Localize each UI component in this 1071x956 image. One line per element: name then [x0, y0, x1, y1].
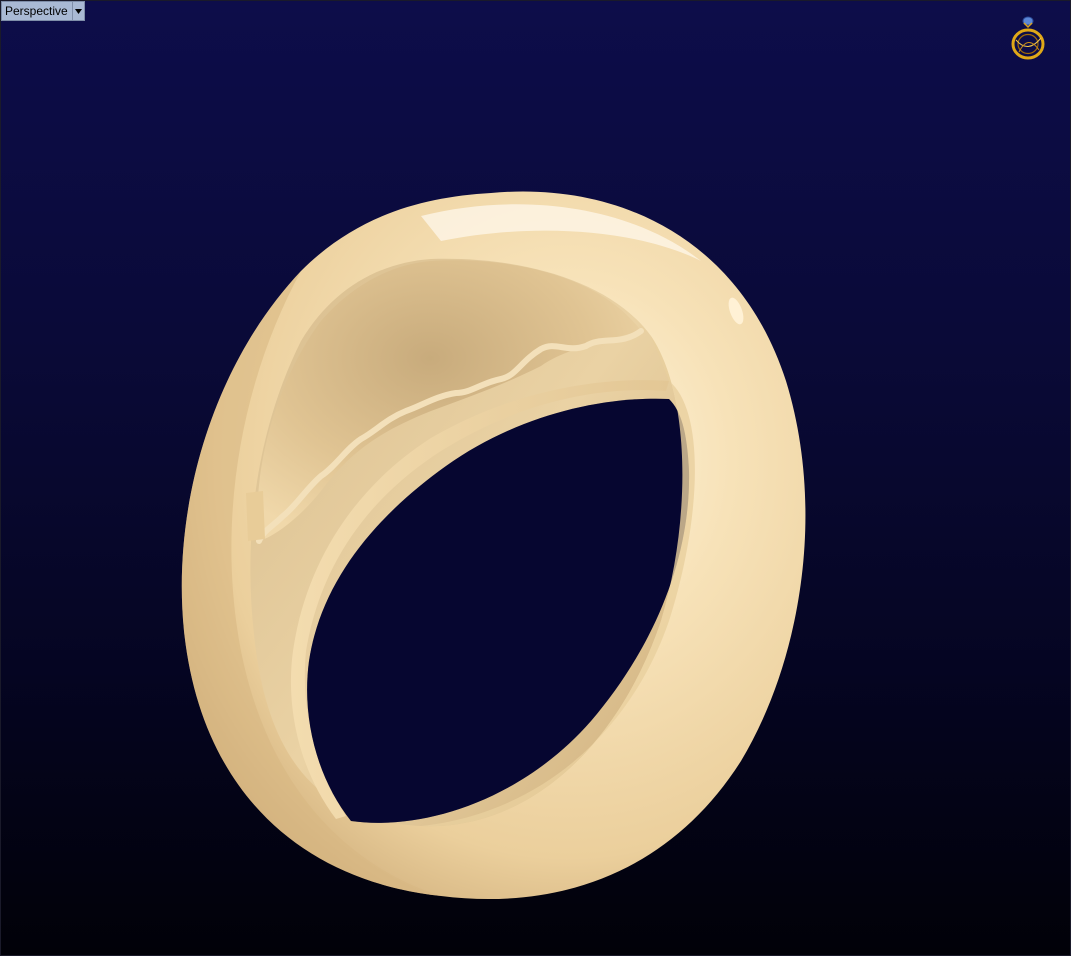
ring-setting-tab: [246, 491, 265, 541]
viewport-title-bar[interactable]: Perspective: [1, 1, 85, 21]
perspective-viewport[interactable]: Perspective: [0, 0, 1071, 956]
ring-icon[interactable]: [1010, 14, 1048, 62]
viewport-name[interactable]: Perspective: [1, 1, 73, 21]
ring-model-render: [181, 191, 806, 900]
chevron-down-icon[interactable]: [72, 1, 85, 21]
